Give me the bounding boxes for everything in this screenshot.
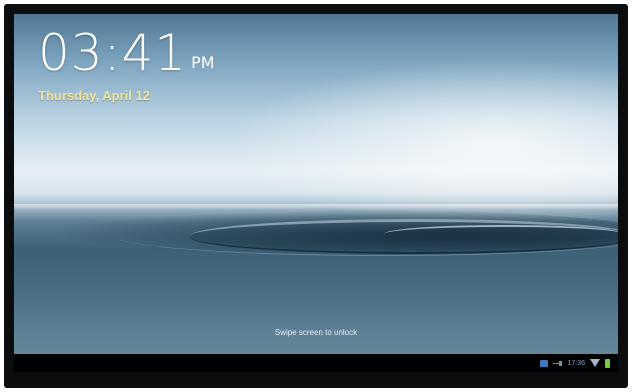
wifi-icon <box>590 359 600 367</box>
clock: 03:41 PM <box>38 28 215 78</box>
sky-glow <box>184 44 618 244</box>
water-ripple <box>189 219 618 254</box>
battery-icon <box>605 358 610 368</box>
water-ripple <box>384 225 618 243</box>
water-ripple <box>54 210 618 256</box>
status-icons: 17:36 <box>540 357 610 369</box>
status-time: 17:36 <box>567 359 585 367</box>
lock-screen[interactable]: 03:41 PM Thursday, April 12 Swipe screen… <box>14 14 618 372</box>
clock-time: 03:41 <box>38 24 188 82</box>
horizon-line <box>14 204 618 210</box>
tablet-device: 03:41 PM Thursday, April 12 Swipe screen… <box>4 4 628 388</box>
clock-date: Thursday, April 12 <box>38 88 150 103</box>
clock-ampm: PM <box>191 53 215 72</box>
water-ripple <box>114 215 618 256</box>
mail-icon <box>540 359 549 367</box>
status-bar: 17:36 <box>14 354 618 372</box>
usb-icon <box>553 360 563 367</box>
unlock-hint: Swipe screen to unlock <box>274 328 358 337</box>
